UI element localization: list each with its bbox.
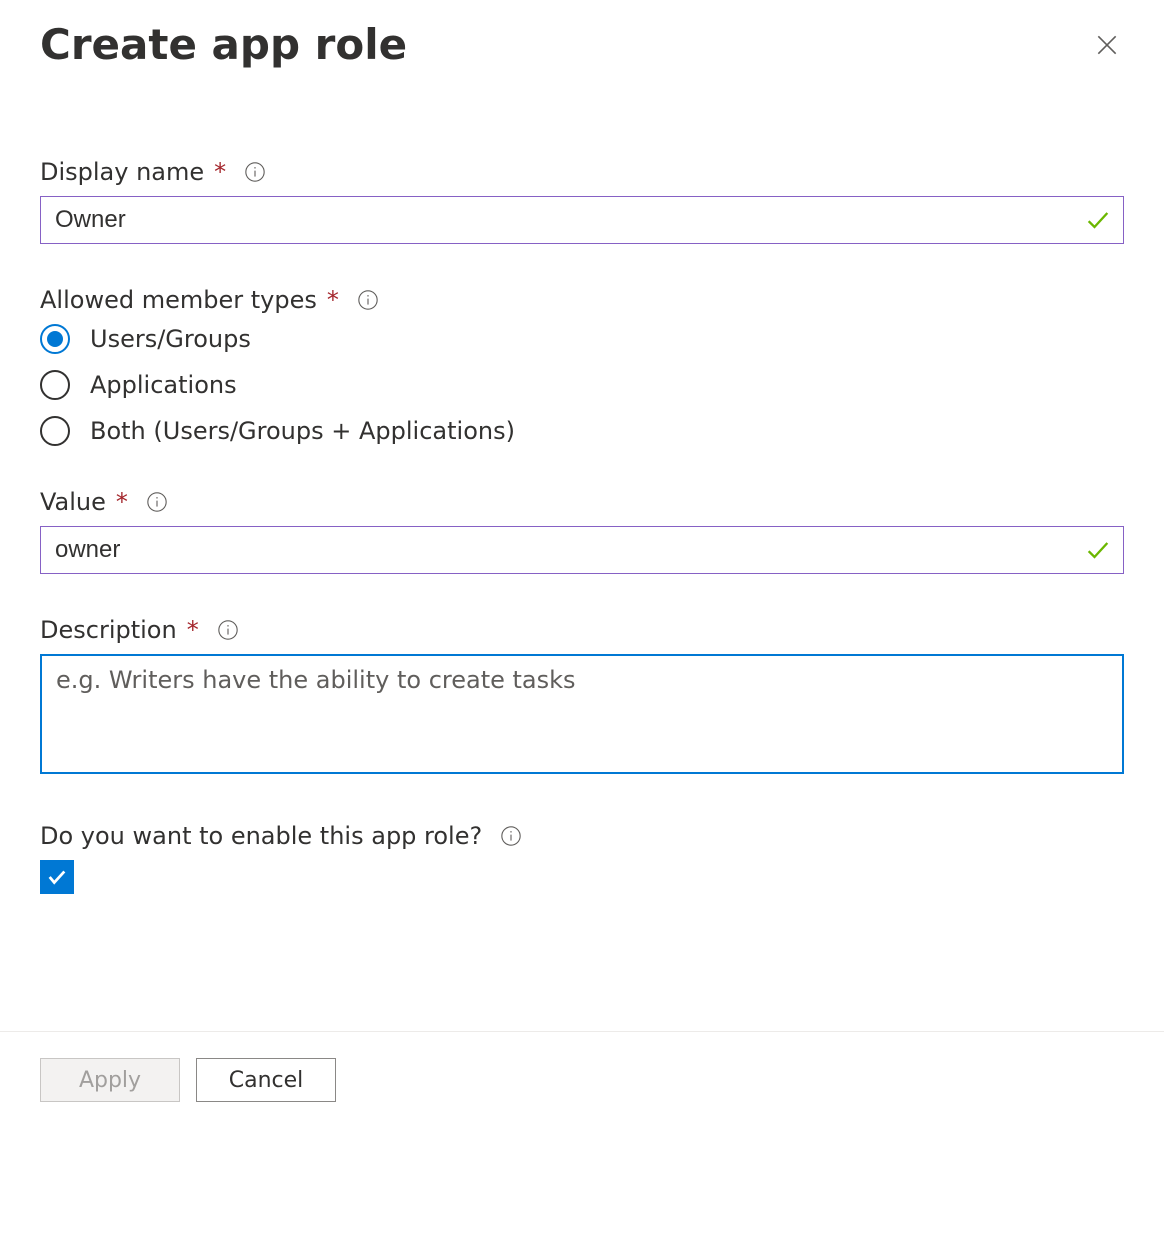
apply-button[interactable]: Apply — [40, 1058, 180, 1102]
create-app-role-panel: Create app role Display name * — [0, 0, 1164, 1238]
value-label: Value — [40, 488, 106, 516]
info-icon[interactable] — [244, 161, 266, 183]
display-name-label: Display name — [40, 158, 204, 186]
required-asterisk: * — [187, 616, 199, 644]
radio-users-groups[interactable]: Users/Groups — [40, 324, 1124, 354]
required-asterisk: * — [327, 286, 339, 314]
close-button[interactable] — [1090, 28, 1124, 62]
radio-label: Users/Groups — [90, 325, 251, 353]
panel-header: Create app role — [40, 22, 1124, 68]
enable-checkbox[interactable] — [40, 860, 74, 894]
radio-icon — [40, 416, 70, 446]
description-field: Description * — [40, 616, 1124, 780]
value-label-row: Value * — [40, 488, 1124, 516]
radio-both[interactable]: Both (Users/Groups + Applications) — [40, 416, 1124, 446]
close-icon — [1094, 32, 1120, 58]
display-name-label-row: Display name * — [40, 158, 1124, 186]
panel-footer: Apply Cancel — [0, 1031, 1164, 1128]
display-name-input-wrap — [40, 196, 1124, 244]
required-asterisk: * — [214, 158, 226, 186]
radio-label: Both (Users/Groups + Applications) — [90, 417, 515, 445]
allowed-member-types-label-row: Allowed member types * — [40, 286, 1124, 314]
value-input[interactable] — [40, 526, 1124, 574]
required-asterisk: * — [116, 488, 128, 516]
radio-icon — [40, 324, 70, 354]
allowed-member-types-radio-group: Users/Groups Applications Both (Users/Gr… — [40, 324, 1124, 446]
value-input-wrap — [40, 526, 1124, 574]
info-icon[interactable] — [357, 289, 379, 311]
radio-icon — [40, 370, 70, 400]
enable-label-row: Do you want to enable this app role? — [40, 822, 1124, 850]
description-label: Description — [40, 616, 177, 644]
radio-applications[interactable]: Applications — [40, 370, 1124, 400]
enable-field: Do you want to enable this app role? — [40, 822, 1124, 894]
info-icon[interactable] — [217, 619, 239, 641]
enable-checkbox-row — [40, 860, 1124, 894]
panel-title: Create app role — [40, 22, 407, 68]
description-label-row: Description * — [40, 616, 1124, 644]
display-name-field: Display name * — [40, 158, 1124, 244]
radio-label: Applications — [90, 371, 237, 399]
checkmark-icon — [46, 866, 68, 888]
info-icon[interactable] — [500, 825, 522, 847]
info-icon[interactable] — [146, 491, 168, 513]
allowed-member-types-field: Allowed member types * Users/Groups Appl… — [40, 286, 1124, 446]
allowed-member-types-label: Allowed member types — [40, 286, 317, 314]
description-textarea[interactable] — [40, 654, 1124, 774]
enable-label: Do you want to enable this app role? — [40, 822, 482, 850]
cancel-button[interactable]: Cancel — [196, 1058, 336, 1102]
display-name-input[interactable] — [40, 196, 1124, 244]
value-field: Value * — [40, 488, 1124, 574]
